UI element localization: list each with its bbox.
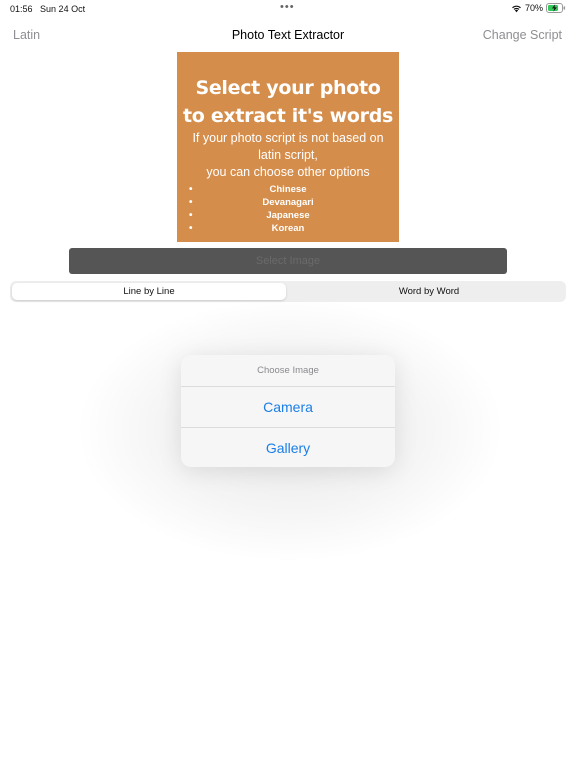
segment-word-by-word[interactable]: Word by Word	[294, 283, 564, 300]
status-bar: 01:56 Sun 24 Oct ••• 70%	[0, 0, 576, 18]
gallery-option[interactable]: Gallery	[181, 428, 395, 467]
battery-charging-icon	[546, 3, 566, 13]
battery-percent: 70%	[524, 3, 543, 13]
status-clock: 01:56	[10, 4, 33, 14]
instructions-image: Select your photo to extract it's words …	[177, 52, 399, 242]
segment-line-by-line[interactable]: Line by Line	[12, 283, 286, 300]
multitasking-dots[interactable]: •••	[280, 1, 295, 13]
hero-title-line-1: Select your photo	[195, 77, 381, 99]
hero-subtitle: If your photo script is not based on lat…	[177, 130, 399, 181]
choose-image-popover: Choose Image Camera Gallery	[181, 355, 395, 467]
navigation-bar: Latin Photo Text Extractor Change Script	[0, 22, 576, 48]
list-item: Korean	[177, 222, 399, 235]
wifi-icon	[511, 4, 522, 13]
status-time: 01:56 Sun 24 Oct	[10, 4, 85, 14]
script-options-list: Chinese Devanagari Japanese Korean	[177, 183, 399, 235]
change-script-button[interactable]: Change Script	[483, 28, 562, 42]
hero-subtitle-line-1: If your photo script is not based on	[192, 131, 384, 145]
extraction-mode-segmented-control: Line by Line Word by Word	[10, 281, 566, 302]
popover-title: Choose Image	[181, 355, 395, 387]
status-date: Sun 24 Oct	[40, 4, 86, 14]
select-image-button[interactable]: Select Image	[69, 248, 507, 274]
hero-subtitle-line-2: latin script,	[258, 148, 318, 162]
hero-title: Select your photo to extract it's words	[177, 74, 399, 130]
hero-title-line-2: to extract it's words	[182, 105, 394, 127]
hero-subtitle-line-3: you can choose other options	[206, 165, 370, 179]
list-item: Chinese	[177, 183, 399, 196]
list-item: Japanese	[177, 209, 399, 222]
list-item: Devanagari	[177, 196, 399, 209]
status-right: 70%	[511, 3, 566, 13]
camera-option[interactable]: Camera	[181, 387, 395, 428]
